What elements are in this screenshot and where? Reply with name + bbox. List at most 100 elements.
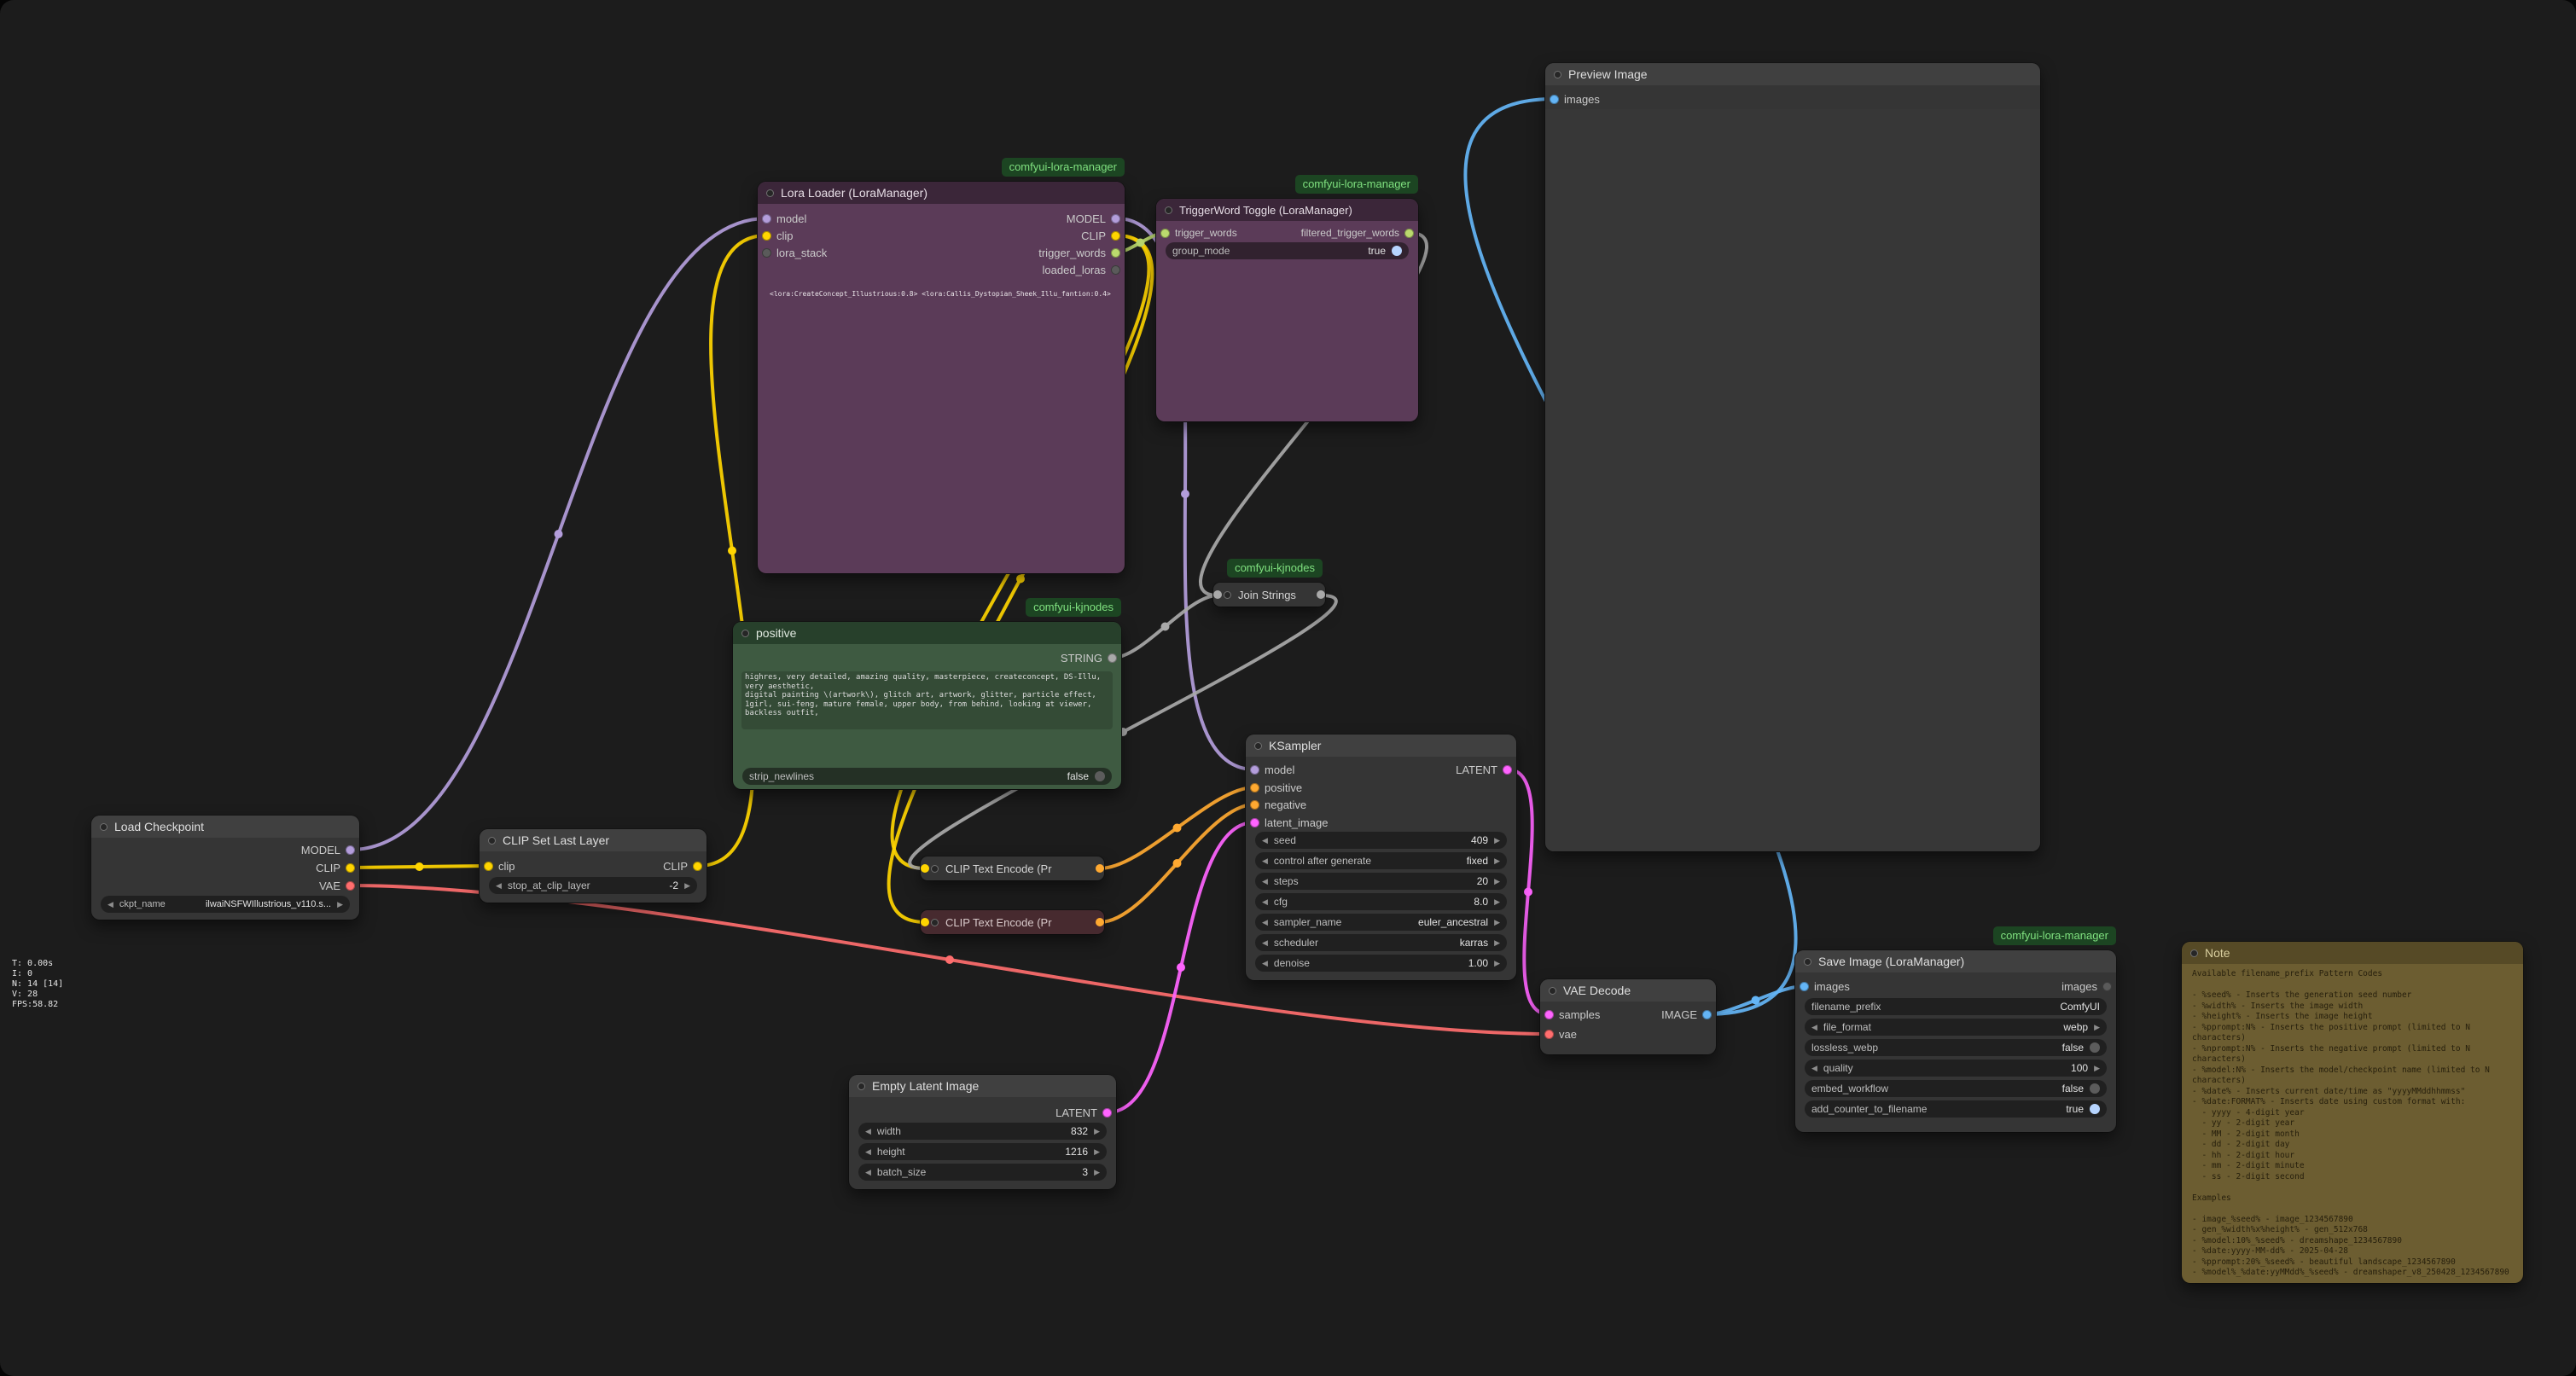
- node-positive-string[interactable]: positive STRING highres, very detailed, …: [733, 622, 1121, 789]
- next-value-arrow-icon[interactable]: ▶: [1494, 919, 1500, 926]
- node-header[interactable]: KSampler: [1246, 734, 1516, 757]
- widget-filename-prefix[interactable]: filename_prefix ComfyUI: [1805, 998, 2107, 1015]
- widget-file-format[interactable]: ◀ file_format webp ▶: [1805, 1019, 2107, 1036]
- node-header[interactable]: Empty Latent Image: [849, 1075, 1116, 1097]
- output-slot-trigger-words[interactable]: trigger_words: [1038, 244, 1120, 261]
- input-slot-samples[interactable]: samples: [1544, 1006, 1600, 1023]
- output-slot-clip[interactable]: CLIP: [316, 859, 355, 876]
- increment-arrow-icon[interactable]: ▶: [1494, 898, 1500, 906]
- output-slot-vae[interactable]: VAE: [319, 877, 355, 894]
- increment-arrow-icon[interactable]: ▶: [1494, 960, 1500, 967]
- note-text[interactable]: Available filename_prefix Pattern Codes …: [2190, 967, 2516, 1278]
- port-dot-latent[interactable]: [1250, 818, 1259, 827]
- output-port-dot[interactable]: [1317, 590, 1325, 599]
- port-dot-image[interactable]: [1550, 95, 1559, 104]
- widget-cfg[interactable]: ◀ cfg 8.0 ▶: [1255, 893, 1507, 910]
- decrement-arrow-icon[interactable]: ◀: [1262, 960, 1268, 967]
- widget-lossless-webp[interactable]: lossless_webp false: [1805, 1039, 2107, 1056]
- decrement-arrow-icon[interactable]: ◀: [865, 1128, 871, 1135]
- port-dot-string[interactable]: [1108, 653, 1117, 663]
- node-save-image[interactable]: Save Image (LoraManager) images images f…: [1795, 950, 2116, 1132]
- input-slot-latent-image[interactable]: latent_image: [1250, 814, 1328, 831]
- widget-steps[interactable]: ◀ steps 20 ▶: [1255, 873, 1507, 890]
- port-dot-vae[interactable]: [346, 881, 355, 891]
- toggle-knob-icon[interactable]: [1095, 771, 1105, 781]
- widget-scheduler[interactable]: ◀ scheduler karras ▶: [1255, 934, 1507, 951]
- node-header[interactable]: Note: [2182, 942, 2523, 964]
- next-value-arrow-icon[interactable]: ▶: [2094, 1024, 2100, 1031]
- increment-arrow-icon[interactable]: ▶: [2094, 1065, 2100, 1072]
- prev-value-arrow-icon[interactable]: ◀: [1262, 919, 1268, 926]
- output-slot-clip[interactable]: CLIP: [663, 857, 702, 874]
- collapse-toggle-icon[interactable]: [1165, 206, 1172, 214]
- node-clip-text-encode-negative[interactable]: CLIP Text Encode (Pr: [921, 910, 1104, 934]
- next-value-arrow-icon[interactable]: ▶: [1494, 939, 1500, 947]
- lora-text-field[interactable]: <lora:CreateConcept_Illustrious:0.8> <lo…: [766, 286, 1116, 305]
- collapse-toggle-icon[interactable]: [100, 823, 108, 831]
- increment-arrow-icon[interactable]: ▶: [684, 882, 690, 890]
- input-slot-images[interactable]: images: [1550, 90, 1600, 107]
- widget-control-after-generate[interactable]: ◀ control after generate fixed ▶: [1255, 852, 1507, 869]
- input-slot-model[interactable]: model: [1250, 761, 1294, 778]
- next-value-arrow-icon[interactable]: ▶: [337, 901, 343, 909]
- node-ksampler[interactable]: KSampler model positive negative latent_…: [1246, 734, 1516, 980]
- collapse-toggle-icon[interactable]: [2190, 949, 2198, 957]
- toggle-knob-icon[interactable]: [2090, 1104, 2100, 1114]
- port-dot-clip[interactable]: [484, 862, 493, 871]
- output-slot-loaded-loras[interactable]: loaded_loras: [1043, 261, 1120, 278]
- decrement-arrow-icon[interactable]: ◀: [496, 882, 502, 890]
- collapse-toggle-icon[interactable]: [741, 630, 749, 637]
- widget-embed-workflow[interactable]: embed_workflow false: [1805, 1080, 2107, 1097]
- node-header[interactable]: Save Image (LoraManager): [1795, 950, 2116, 972]
- node-lora-loader[interactable]: Lora Loader (LoraManager) model clip lor…: [758, 182, 1125, 573]
- widget-sampler-name[interactable]: ◀ sampler_name euler_ancestral ▶: [1255, 914, 1507, 931]
- decrement-arrow-icon[interactable]: ◀: [1262, 898, 1268, 906]
- prev-value-arrow-icon[interactable]: ◀: [1811, 1024, 1817, 1031]
- widget-batch-size[interactable]: ◀ batch_size 3 ▶: [858, 1164, 1107, 1181]
- port-dot-latent[interactable]: [1503, 765, 1512, 775]
- node-triggerword-toggle[interactable]: TriggerWord Toggle (LoraManager) trigger…: [1156, 199, 1418, 421]
- input-port-dot[interactable]: [1213, 590, 1222, 599]
- decrement-arrow-icon[interactable]: ◀: [1262, 878, 1268, 885]
- input-slot-negative[interactable]: negative: [1250, 796, 1306, 813]
- widget-denoise[interactable]: ◀ denoise 1.00 ▶: [1255, 955, 1507, 972]
- prompt-text-field[interactable]: highres, very detailed, amazing quality,…: [741, 671, 1113, 729]
- output-slot-model[interactable]: MODEL: [1067, 210, 1120, 227]
- port-dot-lora-stack[interactable]: [762, 248, 771, 258]
- port-dot-loaded-loras[interactable]: [1111, 265, 1120, 275]
- widget-width[interactable]: ◀ width 832 ▶: [858, 1123, 1107, 1140]
- node-join-strings[interactable]: Join Strings: [1213, 583, 1325, 607]
- input-slot-vae[interactable]: vae: [1544, 1025, 1577, 1042]
- node-load-checkpoint[interactable]: Load Checkpoint MODEL CLIP VAE ◀ ckpt_na…: [91, 816, 359, 920]
- collapse-toggle-icon[interactable]: [1554, 71, 1561, 78]
- collapse-toggle-icon[interactable]: [1804, 958, 1811, 966]
- input-port-dot[interactable]: [921, 918, 929, 926]
- port-dot-clip[interactable]: [693, 862, 702, 871]
- port-dot-trigger-words[interactable]: [1160, 229, 1170, 238]
- widget-seed[interactable]: ◀ seed 409 ▶: [1255, 832, 1507, 849]
- node-graph-canvas[interactable]: Load Checkpoint MODEL CLIP VAE ◀ ckpt_na…: [0, 0, 2576, 1376]
- collapse-toggle-icon[interactable]: [931, 919, 939, 926]
- increment-arrow-icon[interactable]: ▶: [1094, 1169, 1100, 1176]
- input-slot-trigger-words[interactable]: trigger_words: [1160, 224, 1237, 241]
- port-dot-filtered-trigger-words[interactable]: [1404, 229, 1414, 238]
- output-port-dot[interactable]: [1096, 918, 1104, 926]
- increment-arrow-icon[interactable]: ▶: [1094, 1128, 1100, 1135]
- output-slot-images[interactable]: images: [2061, 978, 2112, 995]
- port-dot-image[interactable]: [1702, 1010, 1712, 1019]
- input-slot-clip[interactable]: clip: [762, 227, 794, 244]
- output-slot-string[interactable]: STRING: [1061, 649, 1117, 666]
- widget-height[interactable]: ◀ height 1216 ▶: [858, 1143, 1107, 1160]
- toggle-knob-icon[interactable]: [1392, 246, 1402, 256]
- node-header[interactable]: Lora Loader (LoraManager): [758, 182, 1125, 204]
- port-dot-clip[interactable]: [762, 231, 771, 241]
- port-dot-vae[interactable]: [1544, 1030, 1554, 1039]
- input-slot-lora-stack[interactable]: lora_stack: [762, 244, 827, 261]
- input-slot-positive[interactable]: positive: [1250, 779, 1302, 796]
- decrement-arrow-icon[interactable]: ◀: [1811, 1065, 1817, 1072]
- port-dot-latent[interactable]: [1102, 1108, 1112, 1118]
- decrement-arrow-icon[interactable]: ◀: [865, 1169, 871, 1176]
- output-slot-latent[interactable]: LATENT: [1456, 761, 1512, 778]
- node-header[interactable]: TriggerWord Toggle (LoraManager): [1156, 199, 1418, 221]
- output-port-dot[interactable]: [1096, 864, 1104, 873]
